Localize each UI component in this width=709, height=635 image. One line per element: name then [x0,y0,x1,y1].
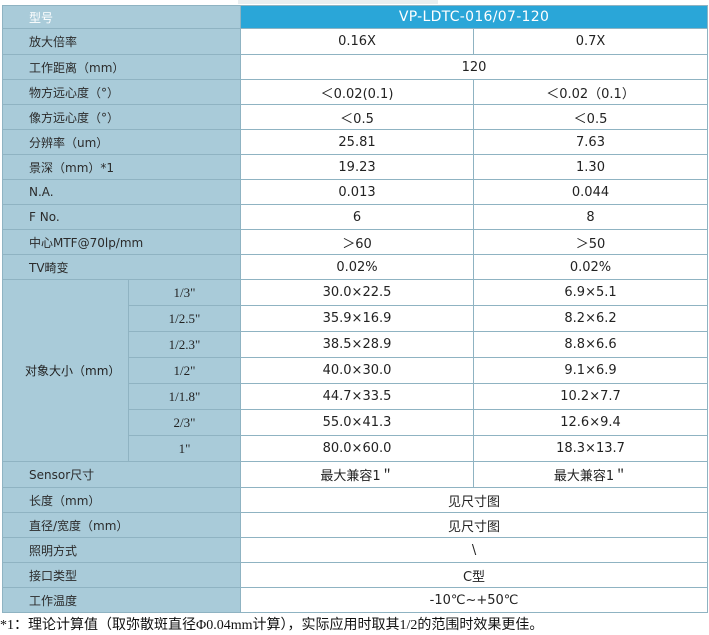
spec-row: F No. 6 8 [1,204,709,230]
row-label: 放大倍率 [1,28,242,55]
value-col1: 55.0×41.3 [240,409,475,436]
sensor-format: 1/2.3" [127,331,242,358]
value-col2: 9.1×6.9 [473,357,709,384]
object-size-label: 对象大小（mm） [2,279,129,462]
value-col2: ＜0.02（0.1） [473,79,709,105]
spec-row: 照明方式 \ [1,537,709,563]
value-col2: 0.02% [473,254,709,280]
spec-row: 直径/宽度（mm） 见尺寸图 [1,512,709,538]
sensor-format: 1/1.8" [127,383,242,410]
value-col2: 1.30 [473,154,709,180]
row-label: F No. [1,204,242,230]
value-col1: 0.02% [240,254,475,280]
value-col1: 0.013 [240,179,475,205]
row-label: 工作距离（mm） [1,54,242,80]
sensor-format: 1/3" [127,279,242,306]
value-col2: 8 [473,204,709,230]
row-label: 分辨率（um） [1,129,242,155]
row-label: N.A. [1,179,242,205]
value-col1: 25.81 [240,129,475,155]
spec-row: 接口类型 C型 [1,562,709,588]
row-label: TV畸变 [1,254,242,280]
row-label: 像方远心度（°） [1,104,242,130]
sensor-size-row: Sensor尺寸 最大兼容1＂ 最大兼容1＂ [1,461,709,488]
spec-row: 长度（mm） 见尺寸图 [1,487,709,513]
spec-row: 放大倍率 0.16X 0.7X [1,28,709,55]
spec-row: TV畸变 0.02% 0.02% [1,254,709,280]
value-col2: 0.044 [473,179,709,205]
value-merged: \ [240,537,709,563]
spec-row: 景深（mm）*1 19.23 1.30 [1,154,709,180]
top-edge-fragment [238,0,438,4]
value-col1: ＜0.02(0.1) [240,79,475,105]
row-label: 接口类型 [1,562,242,588]
footnote: *1：理论计算值（取弥散斑直径Φ0.04mm计算），实际应用时取其1/2的范围时… [0,618,544,633]
value-col1: 最大兼容1＂ [240,461,475,488]
row-label: 长度（mm） [1,487,242,513]
spec-row: 物方远心度（°） ＜0.02(0.1) ＜0.02（0.1） [1,79,709,105]
value-merged: 120 [240,54,709,80]
sensor-format: 1/2" [127,357,242,384]
model-name: VP-LDTC-016/07-120 [240,5,709,29]
value-col1: 80.0×60.0 [240,435,475,462]
row-label: 中心MTF@70lp/mm [1,229,242,255]
spec-row: 工作距离（mm） 120 [1,54,709,80]
value-col2: 8.2×6.2 [473,305,709,332]
value-col2: 10.2×7.7 [473,383,709,410]
value-col1: ＜0.5 [240,104,475,130]
spec-row: N.A. 0.013 0.044 [1,179,709,205]
value-col1: 6 [240,204,475,230]
value-col2: 8.8×6.6 [473,331,709,358]
value-col1: 38.5×28.9 [240,331,475,358]
spec-row: 中心MTF@70lp/mm ＞60 ＞50 [1,229,709,255]
value-col1: 35.9×16.9 [240,305,475,332]
value-col2: 0.7X [473,28,709,55]
value-col2: 最大兼容1＂ [473,461,709,488]
value-col2: 12.6×9.4 [473,409,709,436]
value-col1: 40.0×30.0 [240,357,475,384]
header-row: 型号 VP-LDTC-016/07-120 [1,5,709,29]
row-label: 直径/宽度（mm） [1,512,242,538]
value-merged: 见尺寸图 [240,512,709,538]
value-col1: 30.0×22.5 [240,279,475,306]
spec-row: 工作温度 -10℃~+50℃ [1,587,709,613]
row-label: 照明方式 [1,537,242,563]
value-col2: 7.63 [473,129,709,155]
value-col2: ＞50 [473,229,709,255]
value-merged: C型 [240,562,709,588]
value-merged: 见尺寸图 [240,487,709,513]
spec-row: 像方远心度（°） ＜0.5 ＜0.5 [1,104,709,130]
value-col1: 19.23 [240,154,475,180]
value-col2: ＜0.5 [473,104,709,130]
row-label: 工作温度 [1,587,242,613]
header-label: 型号 [1,5,242,29]
row-label: 物方远心度（°） [1,79,242,105]
value-col1: 44.7×33.5 [240,383,475,410]
value-col1: 0.16X [240,28,475,55]
spec-table: 型号 VP-LDTC-016/07-120 放大倍率 0.16X 0.7X 工作… [1,5,709,613]
object-size-row: 对象大小（mm） 1/3" 30.0×22.5 6.9×5.1 [2,279,709,462]
value-col2: 6.9×5.1 [473,279,709,306]
sensor-format: 2/3" [127,409,242,436]
spec-row: 分辨率（um） 25.81 7.63 [1,129,709,155]
row-label: 景深（mm）*1 [1,154,242,180]
value-merged: -10℃~+50℃ [240,587,709,613]
sensor-format: 1/2.5" [127,305,242,332]
value-col2: 18.3×13.7 [473,435,709,462]
value-col1: ＞60 [240,229,475,255]
sensor-format: 1" [127,435,242,462]
row-label: Sensor尺寸 [1,461,242,488]
